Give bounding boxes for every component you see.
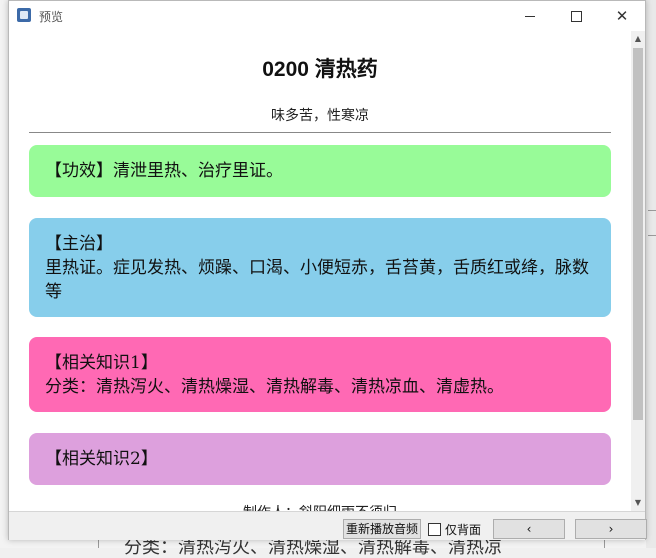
indication-text: 里热证。症见发热、烦躁、口渴、小便短赤，舌苔黄，舌质红或绛，脉数等 bbox=[45, 258, 589, 302]
indication-title: 【主治】 bbox=[45, 234, 113, 254]
window-title: 预览 bbox=[39, 10, 64, 24]
close-button[interactable]: ✕ bbox=[599, 1, 645, 31]
knowledge2-card: 【相关知识2】 bbox=[29, 433, 611, 485]
previous-button[interactable]: ‹ bbox=[493, 519, 565, 539]
replay-audio-button[interactable]: 重新播放音频 bbox=[343, 519, 421, 539]
minimize-button[interactable] bbox=[507, 1, 553, 31]
background-divider bbox=[648, 235, 656, 236]
app-icon bbox=[17, 8, 31, 22]
knowledge1-card: 【相关知识1】 分类：清热泻火、清热燥湿、清热解毒、清热凉血、清虚热。 bbox=[29, 337, 611, 412]
efficacy-text: 【功效】清泄里热、治疗里证。 bbox=[45, 161, 283, 181]
maximize-button[interactable] bbox=[553, 1, 599, 31]
card-preview: 0200 清热药 味多苦，性寒凉 【功效】清泄里热、治疗里证。 【主治】 里热证… bbox=[9, 31, 631, 511]
background-right-strip bbox=[646, 0, 656, 548]
scroll-thumb[interactable] bbox=[633, 48, 643, 420]
checkbox-icon[interactable] bbox=[428, 523, 441, 536]
author-credit: 制作人：斜阳细雨不须归 bbox=[9, 502, 631, 511]
scroll-up-icon[interactable]: ▲ bbox=[631, 31, 645, 47]
preview-window: 预览 ✕ 0200 清热药 味多苦，性寒凉 【功效】清泄里热、治疗里证。 【主治… bbox=[8, 0, 647, 540]
vertical-scrollbar[interactable]: ▲ ▼ bbox=[631, 31, 645, 511]
scroll-down-icon[interactable]: ▼ bbox=[631, 495, 645, 511]
background-divider bbox=[648, 210, 656, 211]
efficacy-card: 【功效】清泄里热、治疗里证。 bbox=[29, 145, 611, 197]
indication-card: 【主治】 里热证。症见发热、烦躁、口渴、小便短赤，舌苔黄，舌质红或绛，脉数等 bbox=[29, 218, 611, 317]
background-partial-text: 分类：清热泻火、清热燥湿、清热解毒、清热凉 bbox=[124, 537, 502, 558]
page-title: 0200 清热药 bbox=[262, 58, 378, 81]
back-only-label: 仅背面 bbox=[445, 523, 482, 537]
page-subtitle: 味多苦，性寒凉 bbox=[271, 108, 369, 124]
maximize-icon bbox=[570, 11, 582, 22]
knowledge1-text: 分类：清热泻火、清热燥湿、清热解毒、清热凉血、清虚热。 bbox=[45, 377, 504, 397]
knowledge1-title: 【相关知识1】 bbox=[45, 353, 158, 373]
divider bbox=[29, 132, 611, 133]
title-bar[interactable]: 预览 ✕ bbox=[9, 1, 645, 31]
bottom-toolbar: 重新播放音频 仅背面 ‹ › bbox=[9, 511, 647, 540]
next-button[interactable]: › bbox=[575, 519, 647, 539]
minimize-icon bbox=[525, 16, 535, 17]
close-icon: ✕ bbox=[615, 7, 629, 25]
knowledge2-title: 【相关知识2】 bbox=[45, 449, 158, 469]
back-only-checkbox[interactable]: 仅背面 bbox=[428, 521, 481, 537]
